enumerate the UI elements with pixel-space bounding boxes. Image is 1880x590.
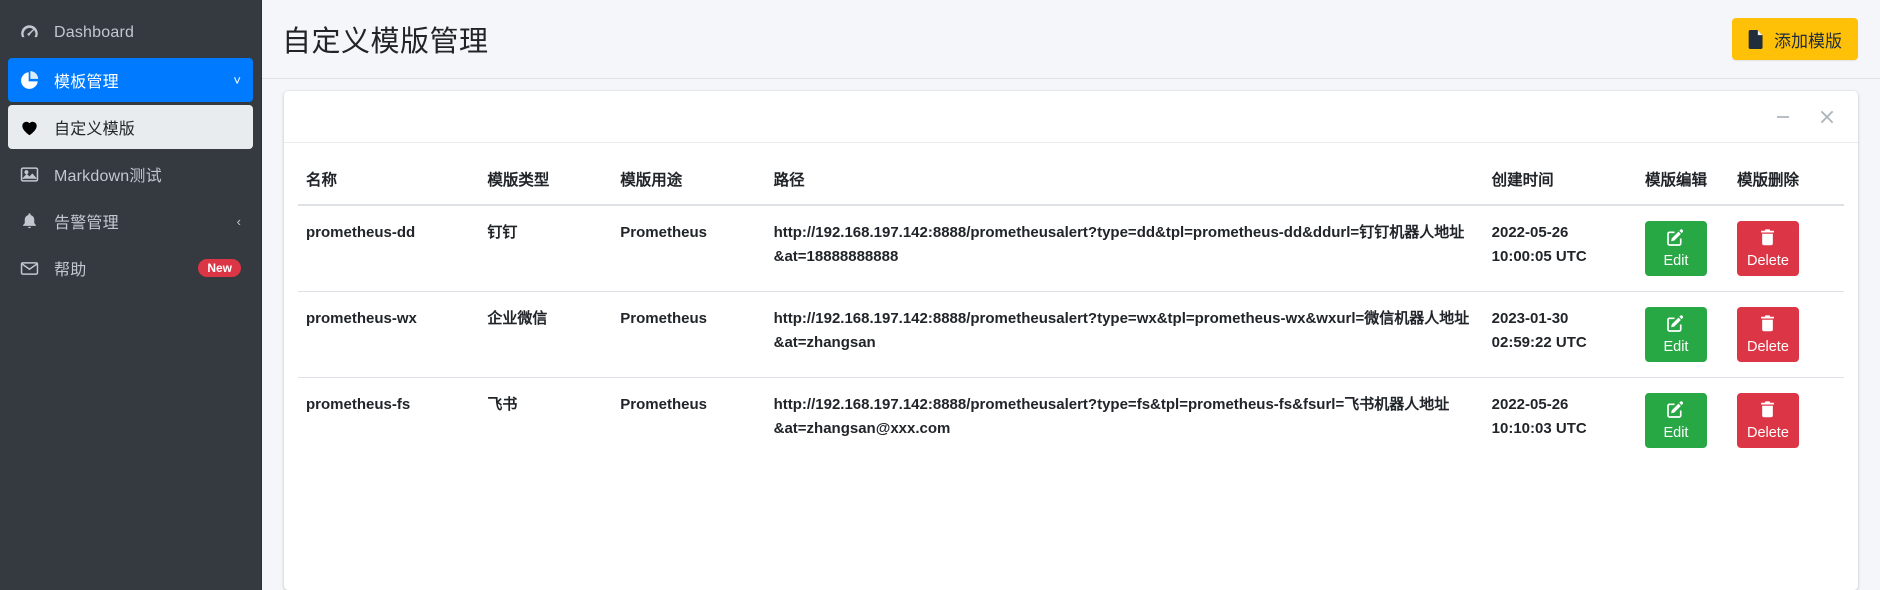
column-header-use: 模版用途	[612, 161, 766, 206]
mail-icon	[20, 259, 46, 277]
cell-use: Prometheus	[612, 290, 766, 378]
trash-icon	[1758, 314, 1777, 337]
delete-button-label: Delete	[1746, 338, 1789, 355]
cell-created: 2022-05-26 10:00:05 UTC	[1491, 223, 1587, 266]
card-header	[284, 91, 1858, 143]
cell-path: http://192.168.197.142:8888/prometheusal…	[765, 376, 1484, 463]
sidebar-item-label: 自定义模版	[54, 121, 136, 138]
app-root: Dashboard 模板管理 ˅ 自定义模版 Markdown测试 告警管理 ‹…	[0, 0, 1880, 590]
table-header: 名称 模版类型 模版用途 路径 创建时间 模版编辑 模版删除	[298, 161, 1844, 206]
file-icon	[1748, 29, 1765, 49]
sidebar-item-help[interactable]: 帮助 New	[8, 246, 253, 290]
cell-type: 飞书	[479, 376, 613, 463]
sidebar-item-custom-template[interactable]: 自定义模版	[8, 105, 253, 149]
cell-use: Prometheus	[612, 376, 766, 463]
column-header-delete: 模版删除	[1728, 161, 1844, 206]
sidebar-item-alert-management[interactable]: 告警管理 ‹	[8, 199, 253, 243]
card-body: 名称 模版类型 模版用途 路径 创建时间 模版编辑 模版删除 prometheu…	[284, 143, 1858, 590]
edit-button[interactable]: Edit	[1644, 306, 1707, 362]
add-template-label: 添加模版	[1774, 31, 1842, 51]
trash-icon	[1758, 400, 1777, 423]
table-header-row: 名称 模版类型 模版用途 路径 创建时间 模版编辑 模版删除	[298, 161, 1844, 206]
cell-type: 钉钉	[487, 223, 518, 241]
cell-name: prometheus-wx	[298, 290, 480, 378]
table-body: prometheus-dd 钉钉 Prometheus http://192.1…	[298, 205, 1844, 463]
cell-delete: Delete	[1729, 205, 1844, 292]
cell-name: prometheus-dd	[306, 223, 416, 241]
sidebar: Dashboard 模板管理 ˅ 自定义模版 Markdown测试 告警管理 ‹…	[0, 0, 262, 590]
delete-button[interactable]: Delete	[1736, 220, 1799, 276]
minus-icon[interactable]	[1770, 104, 1796, 130]
pencil-square-icon	[1666, 228, 1685, 251]
delete-button[interactable]: Delete	[1736, 392, 1799, 448]
main-content: 自定义模版管理 添加模版 名称 模版类型 模版用途 路径 创建时间 模版编辑 模…	[262, 0, 1880, 590]
table-row: prometheus-fs 飞书 Prometheus http://192.1…	[298, 376, 1844, 463]
column-header-type: 模版类型	[479, 161, 613, 206]
edit-button[interactable]: Edit	[1644, 392, 1707, 448]
close-icon[interactable]	[1814, 104, 1840, 130]
column-header-created: 创建时间	[1483, 161, 1637, 206]
column-header-path: 路径	[765, 161, 1484, 206]
cell-edit: Edit	[1636, 290, 1729, 378]
cell-created: 2023-01-30 02:59:22 UTC	[1483, 290, 1637, 378]
table-row: prometheus-dd 钉钉 Prometheus http://192.1…	[298, 205, 1844, 292]
edit-button-label: Edit	[1663, 252, 1689, 269]
chevron-left-icon[interactable]: ‹	[237, 214, 241, 229]
pencil-square-icon	[1666, 314, 1685, 337]
sidebar-item-markdown-test[interactable]: Markdown测试	[8, 152, 253, 196]
add-template-button[interactable]: 添加模版	[1732, 18, 1858, 60]
delete-button-label: Delete	[1746, 252, 1789, 269]
cell-path: http://192.168.197.142:8888/prometheusal…	[765, 290, 1484, 378]
cell-delete: Delete	[1728, 290, 1844, 378]
cell-delete: Delete	[1728, 376, 1844, 463]
delete-button[interactable]: Delete	[1736, 306, 1799, 362]
column-header-edit: 模版编辑	[1636, 161, 1729, 206]
delete-button-label: Delete	[1746, 424, 1789, 441]
pencil-square-icon	[1666, 400, 1685, 423]
cell-created: 2022-05-26 10:10:03 UTC	[1483, 376, 1637, 463]
edit-button[interactable]: Edit	[1644, 220, 1707, 276]
bell-icon	[20, 212, 46, 230]
heart-icon	[20, 118, 46, 136]
dashboard-icon	[20, 24, 46, 42]
cell-path: http://192.168.197.142:8888/prometheusal…	[773, 223, 1465, 266]
column-header-name: 名称	[298, 161, 480, 206]
trash-icon	[1758, 228, 1777, 251]
cell-type: 企业微信	[479, 290, 613, 378]
status-badge: New	[198, 258, 241, 278]
cell-edit: Edit	[1637, 205, 1729, 292]
sidebar-item-dashboard[interactable]: Dashboard	[8, 11, 253, 55]
page-header: 自定义模版管理 添加模版	[262, 0, 1880, 79]
chevron-down-icon[interactable]: ˅	[233, 73, 241, 88]
edit-button-label: Edit	[1663, 338, 1689, 355]
cell-edit: Edit	[1636, 376, 1729, 463]
sidebar-item-label: 告警管理	[54, 215, 119, 232]
cell-name: prometheus-fs	[298, 376, 480, 463]
image-icon	[20, 165, 46, 183]
edit-button-label: Edit	[1663, 424, 1689, 441]
page-title: 自定义模版管理	[282, 26, 489, 58]
template-card: 名称 模版类型 模版用途 路径 创建时间 模版编辑 模版删除 prometheu…	[284, 91, 1858, 590]
templates-table: 名称 模版类型 模版用途 路径 创建时间 模版编辑 模版删除 prometheu…	[298, 161, 1844, 463]
table-row: prometheus-wx 企业微信 Prometheus http://192…	[298, 290, 1844, 378]
pie-chart-icon	[20, 70, 46, 89]
sidebar-item-template-management[interactable]: 模板管理 ˅	[8, 58, 253, 102]
sidebar-item-label: Dashboard	[54, 24, 135, 41]
cell-use: Prometheus	[620, 223, 707, 241]
sidebar-item-label: Markdown测试	[54, 168, 162, 185]
sidebar-item-label: 帮助	[54, 262, 87, 279]
sidebar-item-label: 模板管理	[54, 74, 119, 91]
